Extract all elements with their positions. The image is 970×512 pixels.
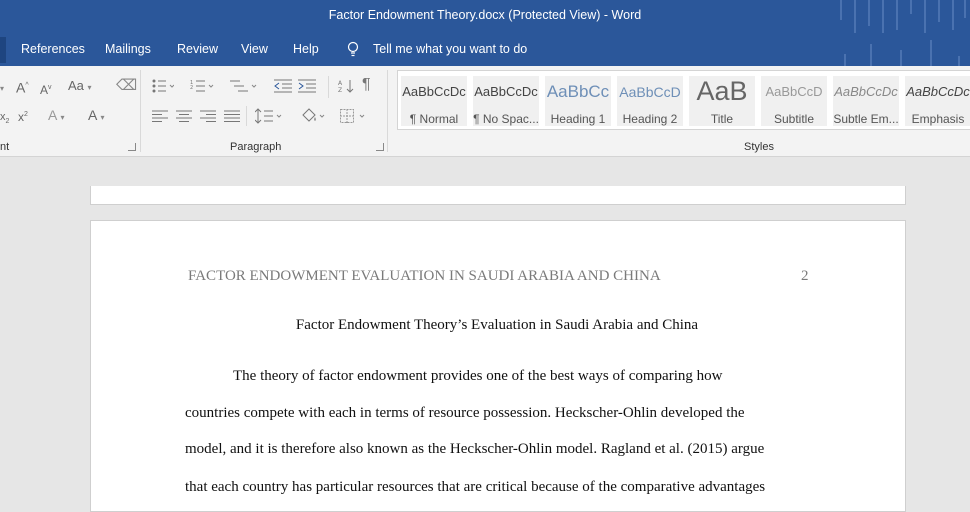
text-effects-icon[interactable]: A ▾ — [48, 108, 64, 125]
multilevel-list-icon[interactable] — [230, 79, 258, 93]
tab-view[interactable]: View — [241, 42, 268, 56]
style-heading-2[interactable]: AaBbCcD Heading 2 — [617, 76, 683, 126]
ribbon-separator — [387, 70, 388, 152]
superscript-icon[interactable]: x2 — [18, 108, 28, 124]
align-right-icon[interactable] — [200, 110, 216, 122]
shrink-font-icon[interactable]: Av — [40, 81, 52, 97]
tab-help[interactable]: Help — [293, 42, 319, 56]
lightbulb-icon[interactable] — [346, 41, 360, 57]
paragraph-line: that each country has particular resourc… — [185, 479, 766, 495]
running-head: FACTOR ENDOWMENT EVALUATION IN SAUDI ARA… — [188, 268, 661, 284]
title-bar: Factor Endowment Theory.docx (Protected … — [0, 0, 970, 40]
ribbon-separator — [328, 76, 329, 98]
window-title: Factor Endowment Theory.docx (Protected … — [328, 8, 642, 22]
borders-icon[interactable] — [340, 109, 370, 123]
paragraph-dialog-launcher-icon[interactable] — [376, 143, 384, 151]
show-formatting-marks-icon[interactable]: ¶ — [362, 77, 371, 93]
page-number: 2 — [801, 268, 809, 284]
bullets-icon[interactable] — [152, 79, 174, 93]
grow-font-icon[interactable]: A^ — [16, 79, 29, 95]
style-emphasis[interactable]: AaBbCcDc Emphasis — [905, 76, 970, 126]
style-subtitle[interactable]: AaBbCcD Subtitle — [761, 76, 827, 126]
change-case-icon[interactable]: Aa ▾ — [68, 79, 92, 95]
style-heading-1[interactable]: AaBbCc Heading 1 — [545, 76, 611, 126]
subscript-icon[interactable]: x2 — [0, 110, 9, 129]
styles-gallery: AaBbCcDc ¶ Normal AaBbCcDc ¶ No Spac... … — [397, 70, 970, 130]
tab-references[interactable]: References — [21, 42, 85, 56]
previous-page-bottom — [90, 186, 906, 205]
paragraph-group-label: Paragraph — [230, 141, 282, 153]
ribbon: ▾ A^ Av Aa ▾ ⌫ x2 x2 A ▾ A ▾ nt 1 2 A Z … — [0, 66, 970, 157]
document-title: Factor Endowment Theory’s Evaluation in … — [295, 317, 699, 333]
decrease-indent-icon[interactable] — [274, 79, 292, 93]
menu-bar-decoration — [830, 33, 970, 66]
shading-icon[interactable] — [300, 108, 328, 124]
style-normal[interactable]: AaBbCcDc ¶ Normal — [401, 76, 467, 126]
paragraph-line: The theory of factor endowment provides … — [233, 368, 723, 384]
tab-mailings[interactable]: Mailings — [105, 42, 151, 56]
svg-text:Z: Z — [338, 87, 342, 93]
svg-text:2: 2 — [190, 85, 193, 91]
style-no-spacing[interactable]: AaBbCcDc ¶ No Spac... — [473, 76, 539, 126]
justify-icon[interactable] — [224, 110, 240, 122]
numbering-icon[interactable]: 1 2 — [190, 79, 214, 93]
style-title[interactable]: AaB Title — [689, 76, 755, 126]
paragraph-line: model, and it is therefore also known as… — [185, 441, 765, 457]
ribbon-separator — [246, 106, 247, 126]
paragraph-line: countries compete with each in terms of … — [185, 405, 745, 421]
styles-group-label: Styles — [744, 141, 774, 153]
tab-review[interactable]: Review — [177, 42, 218, 56]
clear-formatting-icon[interactable]: ⌫ — [116, 78, 137, 93]
font-group-label: nt — [0, 141, 10, 153]
style-subtle-emphasis[interactable]: AaBbCcDc Subtle Em... — [833, 76, 899, 126]
tab-home-edge[interactable] — [0, 37, 6, 63]
ribbon-tabs: References Mailings Review View Help Tel… — [0, 33, 970, 66]
svg-text:A: A — [338, 80, 343, 87]
sort-icon[interactable]: A Z — [338, 79, 354, 93]
tell-me-search[interactable]: Tell me what you want to do — [373, 42, 527, 56]
increase-indent-icon[interactable] — [298, 79, 316, 93]
font-color-icon[interactable]: A ▾ — [88, 108, 104, 125]
align-left-icon[interactable] — [152, 110, 168, 122]
align-center-icon[interactable] — [176, 110, 192, 122]
font-dialog-launcher-icon[interactable] — [128, 143, 136, 151]
document-page[interactable] — [90, 220, 906, 512]
line-spacing-icon[interactable] — [255, 108, 285, 124]
ribbon-separator — [140, 70, 141, 152]
font-size-caret-icon[interactable]: ▾ — [0, 80, 4, 96]
